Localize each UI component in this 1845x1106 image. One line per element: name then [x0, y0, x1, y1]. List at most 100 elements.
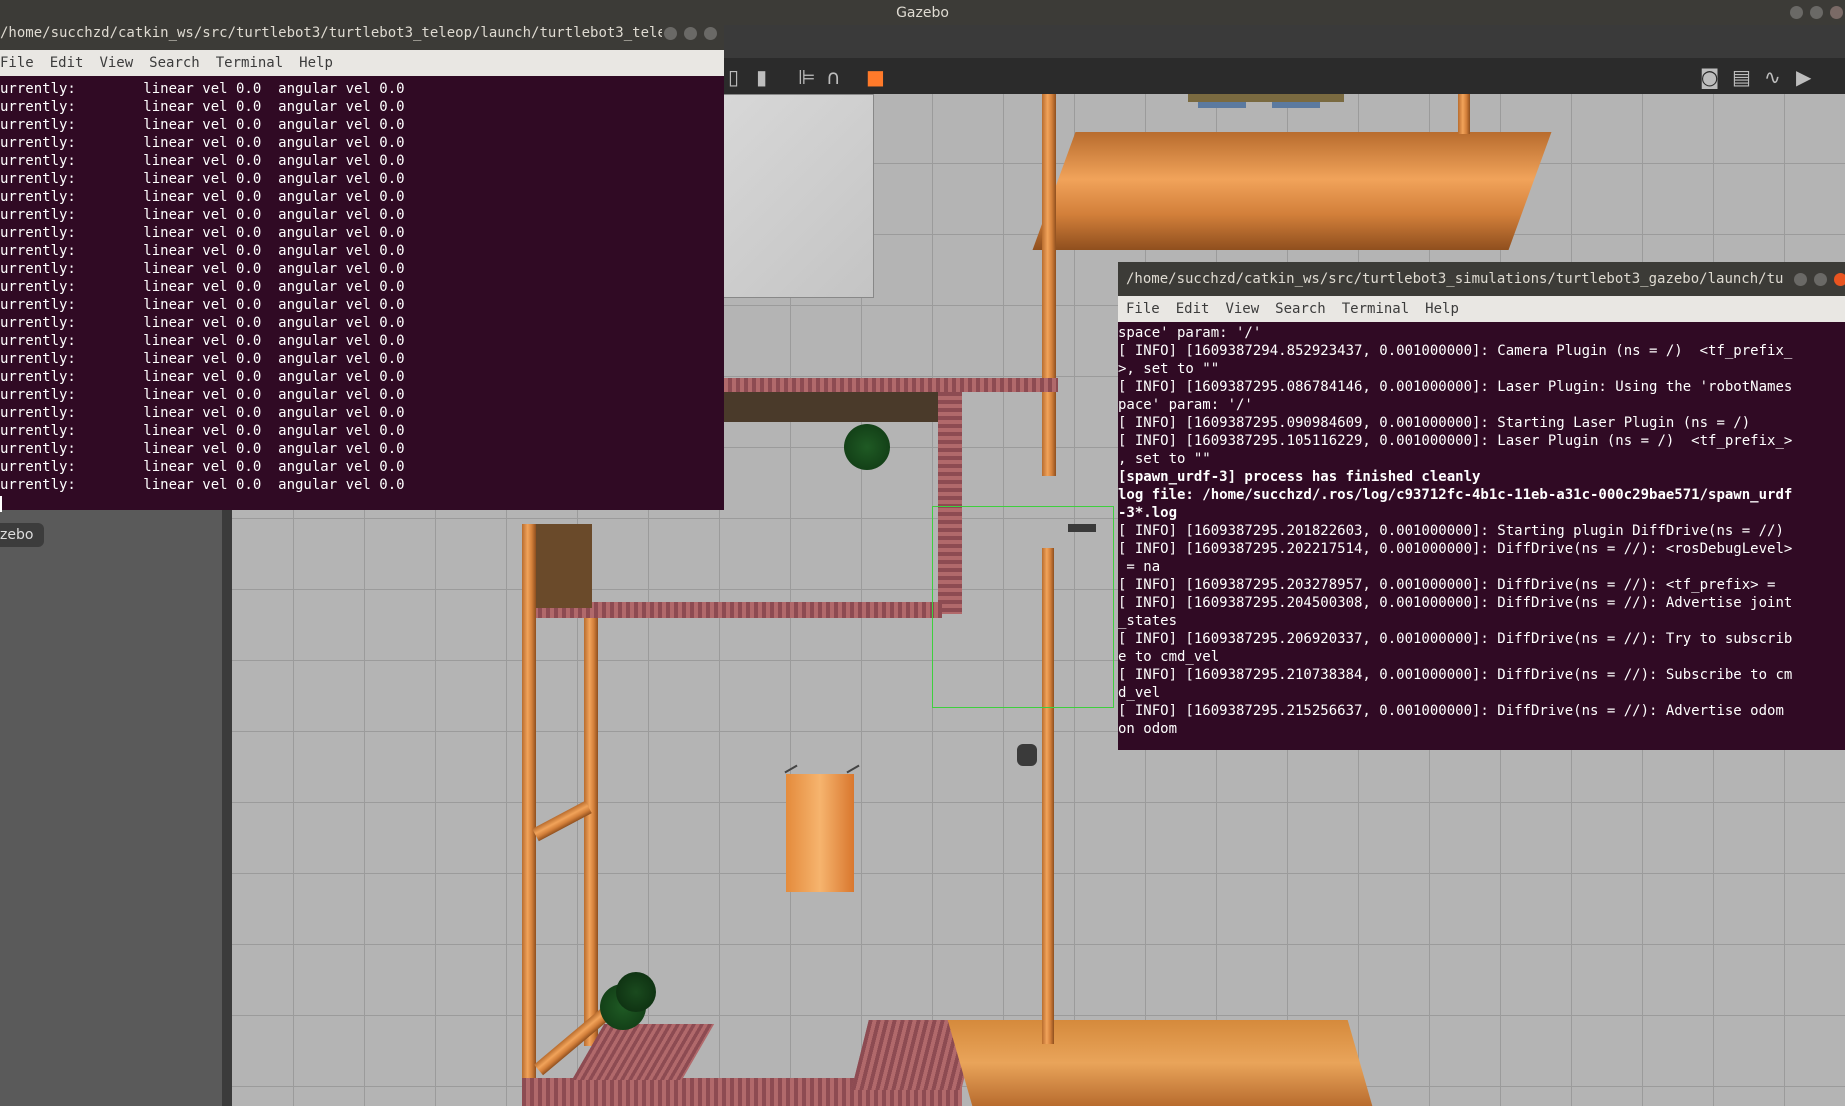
wall-segment — [522, 524, 536, 1106]
table-object — [947, 1020, 1373, 1106]
snap-icon[interactable]: ∩ — [826, 65, 841, 89]
terminal-line: urrently: linear vel 0.0 angular vel 0.0 — [0, 225, 405, 241]
teleop-terminal-titlebar[interactable]: /home/succhzd/catkin_ws/src/turtlebot3/t… — [0, 16, 724, 50]
gazebo-window-title: Gazebo — [896, 4, 949, 21]
shelf-item-object — [1272, 102, 1320, 108]
terminal-line: [ INFO] [1609387295.210738384, 0.0010000… — [1118, 667, 1793, 683]
maximize-icon[interactable] — [1810, 6, 1823, 19]
gazebo-terminal-titlebar[interactable]: /home/succhzd/catkin_ws/src/turtlebot3_s… — [1118, 262, 1845, 296]
wall-shadow — [712, 392, 938, 422]
terminal-line: urrently: linear vel 0.0 angular vel 0.0 — [0, 477, 405, 493]
shelf-top-object — [1188, 94, 1344, 102]
log-icon[interactable]: ▤ — [1732, 65, 1751, 89]
plot-icon[interactable]: ∿ — [1764, 65, 1781, 89]
wall-segment — [1042, 94, 1056, 476]
terminal-line: [ INFO] [1609387295.204500308, 0.0010000… — [1118, 595, 1793, 611]
menu-terminal[interactable]: Terminal — [1342, 301, 1409, 317]
gazebo-taskbar-tooltip: zebo — [0, 523, 44, 547]
terminal-line: urrently: linear vel 0.0 angular vel 0.0 — [0, 189, 405, 205]
terminal-line: urrently: linear vel 0.0 angular vel 0.0 — [0, 315, 405, 331]
shelf-item-object — [1198, 102, 1246, 108]
gazebo-left-panel — [0, 470, 222, 1106]
terminal-line: urrently: linear vel 0.0 angular vel 0.0 — [0, 135, 405, 151]
teleop-terminal-menubar: File Edit View Search Terminal Help — [0, 50, 724, 76]
terminal-line: on odom — [1118, 721, 1178, 737]
terminal-line: urrently: linear vel 0.0 angular vel 0.0 — [0, 117, 405, 133]
minimize-icon[interactable] — [664, 27, 677, 40]
close-icon[interactable] — [704, 27, 717, 40]
terminal-line: pace' param: '/' — [1118, 397, 1253, 413]
terminal-line: urrently: linear vel 0.0 angular vel 0.0 — [0, 459, 405, 475]
menu-help[interactable]: Help — [1425, 301, 1459, 317]
minimize-icon[interactable] — [1794, 273, 1807, 286]
close-icon[interactable] — [1830, 6, 1843, 19]
menu-file[interactable]: File — [1126, 301, 1160, 317]
terminal-line: urrently: linear vel 0.0 angular vel 0.0 — [0, 405, 405, 421]
panel-splitter[interactable] — [222, 470, 232, 1106]
box-corner — [784, 764, 798, 774]
terminal-line: urrently: linear vel 0.0 angular vel 0.0 — [0, 423, 405, 439]
terminal-line: e to cmd_vel — [1118, 649, 1220, 665]
menu-terminal[interactable]: Terminal — [216, 55, 283, 71]
wall-shadow — [536, 524, 592, 608]
menu-search[interactable]: Search — [1275, 301, 1326, 317]
terminal-line: >, set to "" — [1118, 361, 1220, 377]
menu-help[interactable]: Help — [299, 55, 333, 71]
terminal-line: [ INFO] [1609387295.215256637, 0.0010000… — [1118, 703, 1784, 719]
box-corner — [846, 764, 860, 774]
terminal-line: [ INFO] [1609387295.203278957, 0.0010000… — [1118, 577, 1776, 593]
terminal-line: urrently: linear vel 0.0 angular vel 0.0 — [0, 99, 405, 115]
terminal-line: urrently: linear vel 0.0 angular vel 0.0 — [0, 297, 405, 313]
turtlebot-robot[interactable] — [1017, 744, 1037, 766]
minimize-icon[interactable] — [1790, 6, 1803, 19]
menu-edit[interactable]: Edit — [1176, 301, 1210, 317]
gazebo-terminal-output[interactable]: space' param: '/' [ INFO] [1609387294.852… — [1118, 322, 1845, 738]
close-icon[interactable] — [1834, 273, 1845, 286]
terminal-line: [ INFO] [1609387294.852923437, 0.0010000… — [1118, 343, 1793, 359]
terminal-line: urrently: linear vel 0.0 angular vel 0.0 — [0, 261, 405, 277]
teleop-terminal-window[interactable]: /home/succhzd/catkin_ws/src/turtlebot3/t… — [0, 16, 724, 512]
menu-view[interactable]: View — [1225, 301, 1259, 317]
trash-can-object — [616, 972, 656, 1012]
terminal-line: , set to "" — [1118, 451, 1211, 467]
brick-wall-segment — [712, 378, 1058, 392]
shelf-object — [1032, 132, 1552, 250]
terminal-line: [ INFO] [1609387295.206920337, 0.0010000… — [1118, 631, 1793, 647]
menu-view[interactable]: View — [99, 55, 133, 71]
terminal-line: urrently: linear vel 0.0 angular vel 0.0 — [0, 441, 405, 457]
teleop-terminal-output[interactable]: urrently: linear vel 0.0 angular vel 0.0… — [0, 76, 724, 494]
copy-icon[interactable]: ▯ — [728, 65, 739, 89]
menu-search[interactable]: Search — [149, 55, 200, 71]
terminal-line: urrently: linear vel 0.0 angular vel 0.0 — [0, 81, 405, 97]
terminal-line: urrently: linear vel 0.0 angular vel 0.0 — [0, 369, 405, 385]
floor-tile-object — [712, 94, 874, 298]
terminal-line: [ INFO] [1609387295.090984609, 0.0010000… — [1118, 415, 1751, 431]
video-record-icon[interactable]: ▶ — [1796, 65, 1811, 89]
menu-file[interactable]: File — [0, 55, 34, 71]
change-view-icon[interactable]: ■ — [866, 65, 885, 89]
terminal-line: log file: /home/succhzd/.ros/log/c93712f… — [1118, 487, 1793, 503]
terminal-line: [ INFO] [1609387295.201822603, 0.0010000… — [1118, 523, 1784, 539]
terminal-line: urrently: linear vel 0.0 angular vel 0.0 — [0, 279, 405, 295]
menu-edit[interactable]: Edit — [50, 55, 84, 71]
selection-bounding-box — [932, 506, 1114, 708]
terminal-line: _states — [1118, 613, 1178, 629]
terminal-line: [ INFO] [1609387295.202217514, 0.0010000… — [1118, 541, 1793, 557]
teleop-terminal-title: /home/succhzd/catkin_ws/src/turtlebot3/t… — [0, 25, 662, 41]
box-object — [786, 774, 854, 892]
align-icon[interactable]: ⊫ — [798, 65, 815, 89]
trash-can-object — [844, 424, 890, 470]
gazebo-launch-terminal-window[interactable]: /home/succhzd/catkin_ws/src/turtlebot3_s… — [1118, 262, 1845, 750]
terminal-line: urrently: linear vel 0.0 angular vel 0.0 — [0, 351, 405, 367]
gazebo-terminal-title: /home/succhzd/catkin_ws/src/turtlebot3_s… — [1126, 271, 1784, 287]
wall-segment — [1458, 94, 1470, 134]
screenshot-icon[interactable]: ◙ — [1700, 65, 1719, 89]
paste-icon[interactable]: ▮ — [756, 65, 767, 89]
terminal-line: urrently: linear vel 0.0 angular vel 0.0 — [0, 333, 405, 349]
gazebo-terminal-menubar: File Edit View Search Terminal Help — [1118, 296, 1845, 322]
terminal-line: -3*.log — [1118, 505, 1178, 521]
terminal-cursor — [0, 496, 2, 512]
terminal-line: urrently: linear vel 0.0 angular vel 0.0 — [0, 243, 405, 259]
maximize-icon[interactable] — [1814, 273, 1827, 286]
maximize-icon[interactable] — [684, 27, 697, 40]
